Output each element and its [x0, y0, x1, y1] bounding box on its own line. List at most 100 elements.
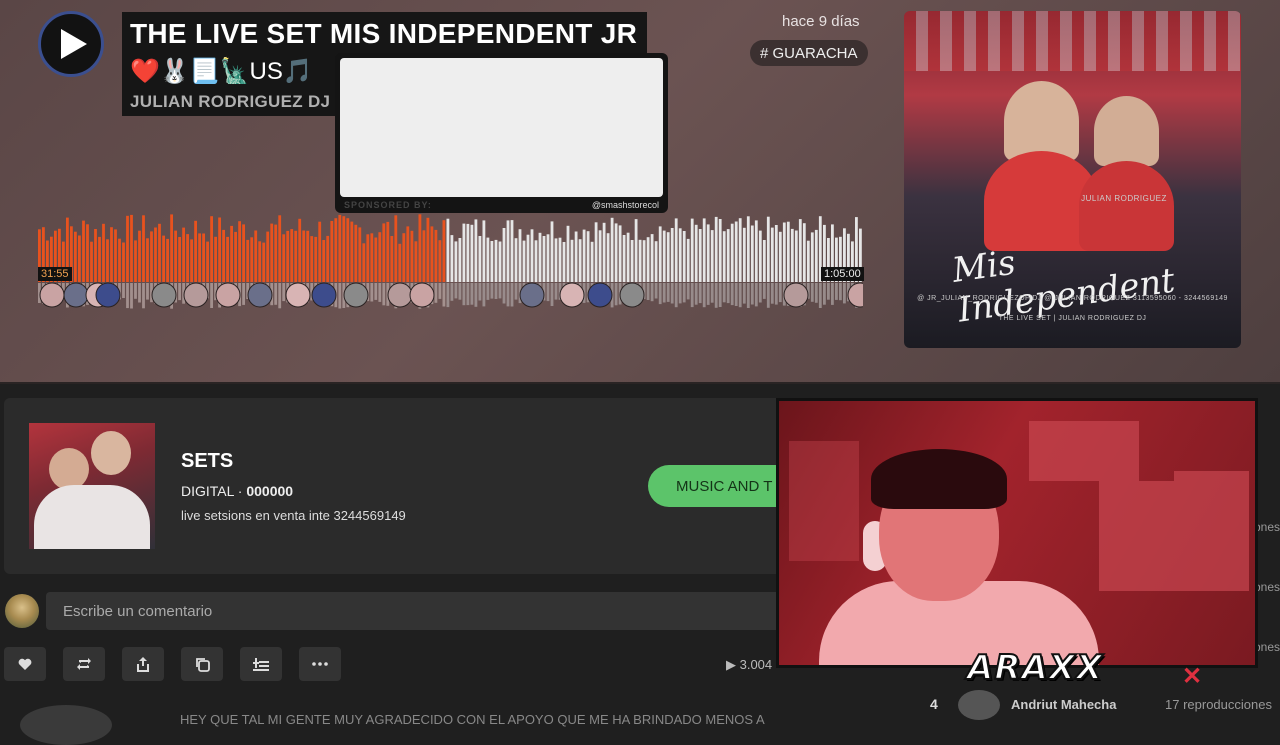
waveform-bar [110, 227, 113, 282]
track-title-emojis: ❤️🐰📃🗽US🎵 [122, 54, 340, 88]
waveform-reflection [762, 283, 766, 299]
product-card: SETS DIGITAL · 000000 live setsions en v… [4, 398, 828, 574]
waveform-bar [530, 229, 534, 282]
waveform-bar [230, 225, 233, 282]
track-artwork[interactable]: Mis Independent JULIAN RODRIGUEZ @ JR_JU… [904, 11, 1241, 348]
listener-rank: 4 [930, 696, 938, 712]
timed-comment-avatar[interactable] [247, 282, 273, 308]
waveform-bar [590, 241, 594, 282]
waveform-reflection [698, 283, 702, 304]
sponsor-handle[interactable]: @smashstorecol [592, 200, 659, 210]
waveform-bar [478, 236, 482, 282]
timed-comment-avatar[interactable] [783, 282, 809, 308]
listener-avatar[interactable] [958, 690, 1000, 720]
waveform-bar [626, 232, 630, 282]
timed-comment-avatar[interactable] [39, 282, 65, 308]
waveform-bar [270, 223, 274, 282]
waveform-bar [466, 223, 470, 282]
product-artwork[interactable] [29, 423, 155, 549]
listener-name[interactable]: Andriut Mahecha [1011, 697, 1116, 712]
waveform-bar [166, 238, 169, 282]
waveform-bar [630, 240, 634, 282]
waveform-bar [766, 216, 770, 282]
waveform-bar [486, 237, 490, 282]
timed-comment-avatar[interactable] [95, 282, 121, 308]
more-button[interactable] [299, 647, 341, 681]
commenter-avatar[interactable] [20, 705, 112, 745]
waveform-bar [662, 230, 666, 282]
waveform-bar [706, 224, 710, 282]
waveform-bar [290, 229, 294, 282]
waveform-bar [734, 221, 738, 282]
ad-banner[interactable] [340, 58, 663, 197]
waveform-bar [446, 218, 450, 282]
waveform-bar [622, 235, 626, 282]
waveform-bar [542, 236, 546, 282]
waveform-bar [74, 231, 77, 282]
comment-input[interactable] [46, 592, 786, 630]
waveform-reflection [774, 283, 778, 305]
waveform-bar [334, 218, 338, 282]
poster-banknote [1029, 421, 1139, 481]
timed-comment-avatar[interactable] [587, 282, 613, 308]
waveform-reflection [770, 283, 774, 304]
waveform-bar [450, 235, 454, 282]
sponsored-ad[interactable]: SPONSORED BY: @smashstorecol [335, 53, 668, 213]
waveform-reflection [498, 283, 502, 299]
timed-comment-avatar[interactable] [619, 282, 645, 308]
waveform-reflection [754, 283, 758, 307]
waveform-bar [82, 220, 85, 282]
waveform-bar [238, 221, 241, 282]
timed-comment-avatar[interactable] [847, 282, 863, 308]
track-title[interactable]: THE LIVE SET MIS INDEPENDENT JR [130, 18, 637, 49]
waveform-bar [126, 215, 129, 282]
artist-name[interactable]: JULIAN RODRIGUEZ DJ [130, 92, 330, 112]
timed-comment-avatar[interactable] [151, 282, 177, 308]
timed-comment-avatar[interactable] [183, 282, 209, 308]
waveform-reflection [338, 283, 342, 309]
waveform-reflection [730, 283, 734, 306]
waveform-bar [118, 238, 121, 282]
timed-comment-avatar[interactable] [215, 282, 241, 308]
waveform-bar [610, 217, 614, 282]
copy-link-button[interactable] [181, 647, 223, 681]
timed-comment-avatar[interactable] [387, 282, 413, 308]
waveform-bar [398, 243, 402, 282]
waveform-bar [646, 237, 650, 282]
waveform-reflection [442, 283, 446, 307]
waveform-reflection [142, 283, 145, 309]
timed-comment-avatar[interactable] [409, 282, 435, 308]
waveform-bar [338, 214, 342, 282]
timed-comment-avatar[interactable] [519, 282, 545, 308]
waveform-reflection [823, 283, 826, 305]
product-title[interactable]: SETS [181, 450, 233, 473]
waveform-bar [594, 222, 598, 282]
waveform-bar [374, 237, 378, 282]
user-avatar[interactable] [5, 594, 39, 628]
timed-comment-avatar[interactable] [559, 282, 585, 308]
timed-comment-avatar[interactable] [311, 282, 337, 308]
like-button[interactable] [4, 647, 46, 681]
waveform-bar [794, 230, 798, 282]
waveform-bar [310, 236, 314, 282]
waveform-bar [342, 216, 346, 282]
waveform-bar [514, 238, 518, 282]
timed-comment-avatar[interactable] [63, 282, 89, 308]
waveform-bar [198, 233, 201, 282]
waveform-reflection [482, 283, 486, 307]
waveform-bar [302, 230, 306, 282]
waveform-bar [150, 231, 153, 282]
waveform[interactable] [38, 210, 863, 312]
play-button[interactable] [38, 11, 104, 77]
add-to-playlist-button[interactable] [240, 647, 282, 681]
track-hero: THE LIVE SET MIS INDEPENDENT JR ❤️🐰📃🗽US🎵… [0, 0, 1280, 384]
waveform-bar [94, 229, 97, 282]
share-button[interactable] [122, 647, 164, 681]
genre-tag[interactable]: # GUARACHA [750, 40, 868, 66]
timed-comment-avatar[interactable] [343, 282, 369, 308]
waveform-reflection [827, 283, 830, 300]
waveform-bar [562, 242, 566, 282]
waveform-bar [378, 232, 382, 282]
repost-button[interactable] [63, 647, 105, 681]
timed-comment-avatar[interactable] [285, 282, 311, 308]
